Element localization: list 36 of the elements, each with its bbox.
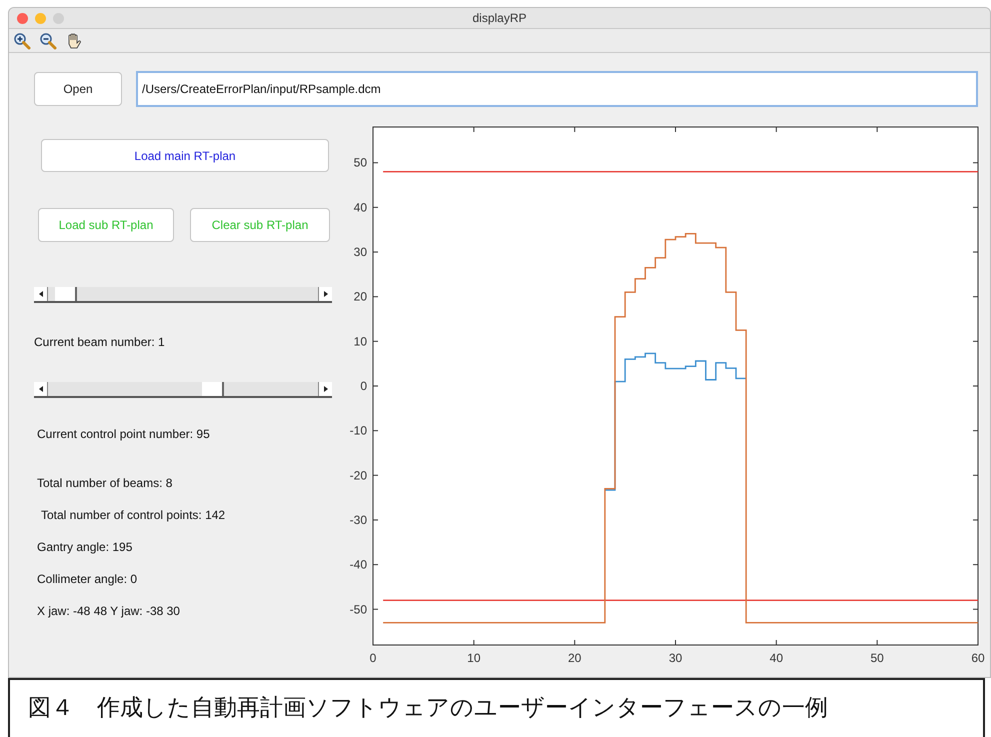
window-title: displayRP [472,10,527,27]
y-tick-label: 0 [360,379,367,393]
load-main-button[interactable]: Load main RT-plan [41,139,329,172]
info-label: Collimeter angle: 0 [37,571,138,588]
y-tick-label: -40 [350,558,367,572]
info-label: X jaw: -48 48 Y jaw: -38 30 [37,603,181,620]
y-tick-label: 20 [354,290,367,304]
info-label: Gantry angle: 195 [37,539,134,556]
x-tick-label: 10 [467,651,481,665]
x-tick-label: 50 [870,651,884,665]
y-tick-label: 10 [354,334,367,348]
zoom-in-icon[interactable] [13,32,31,50]
scroll-slider[interactable] [34,287,332,303]
slider-thumb[interactable] [202,382,224,396]
y-tick-label: 50 [354,156,367,170]
x-tick-label: 0 [370,651,376,665]
info-label: Total number of control points: 142 [41,507,226,524]
scroll-slider[interactable] [34,382,332,398]
y-tick-label: -30 [350,512,367,527]
x-tick-label: 40 [770,651,784,665]
y-tick-label: -10 [350,424,367,438]
x-tick-label: 20 [568,651,582,665]
x-tick-label: 30 [668,651,682,665]
control-point-label: Current control point number: 95 [37,426,211,443]
beam-number-label: Current beam number: 1 [34,334,166,351]
info-label: Total number of beams: 8 [37,475,174,492]
y-tick-label: 30 [354,245,367,260]
figure-caption: 図４ 作成した自動再計画ソフトウェアのユーザーインターフェースの一例 [28,694,828,724]
y-tick-label: -20 [350,468,367,482]
file-path-field[interactable]: /Users/CreateErrorPlan/input/RPsample.dcm [136,71,978,107]
slider-thumb[interactable] [55,287,78,301]
x-tick-label: 60 [971,651,985,665]
y-tick-label: -50 [350,602,367,616]
open-button[interactable]: Open [34,72,122,106]
y-tick-label: 40 [354,200,367,214]
zoom-out-icon[interactable] [39,32,57,50]
